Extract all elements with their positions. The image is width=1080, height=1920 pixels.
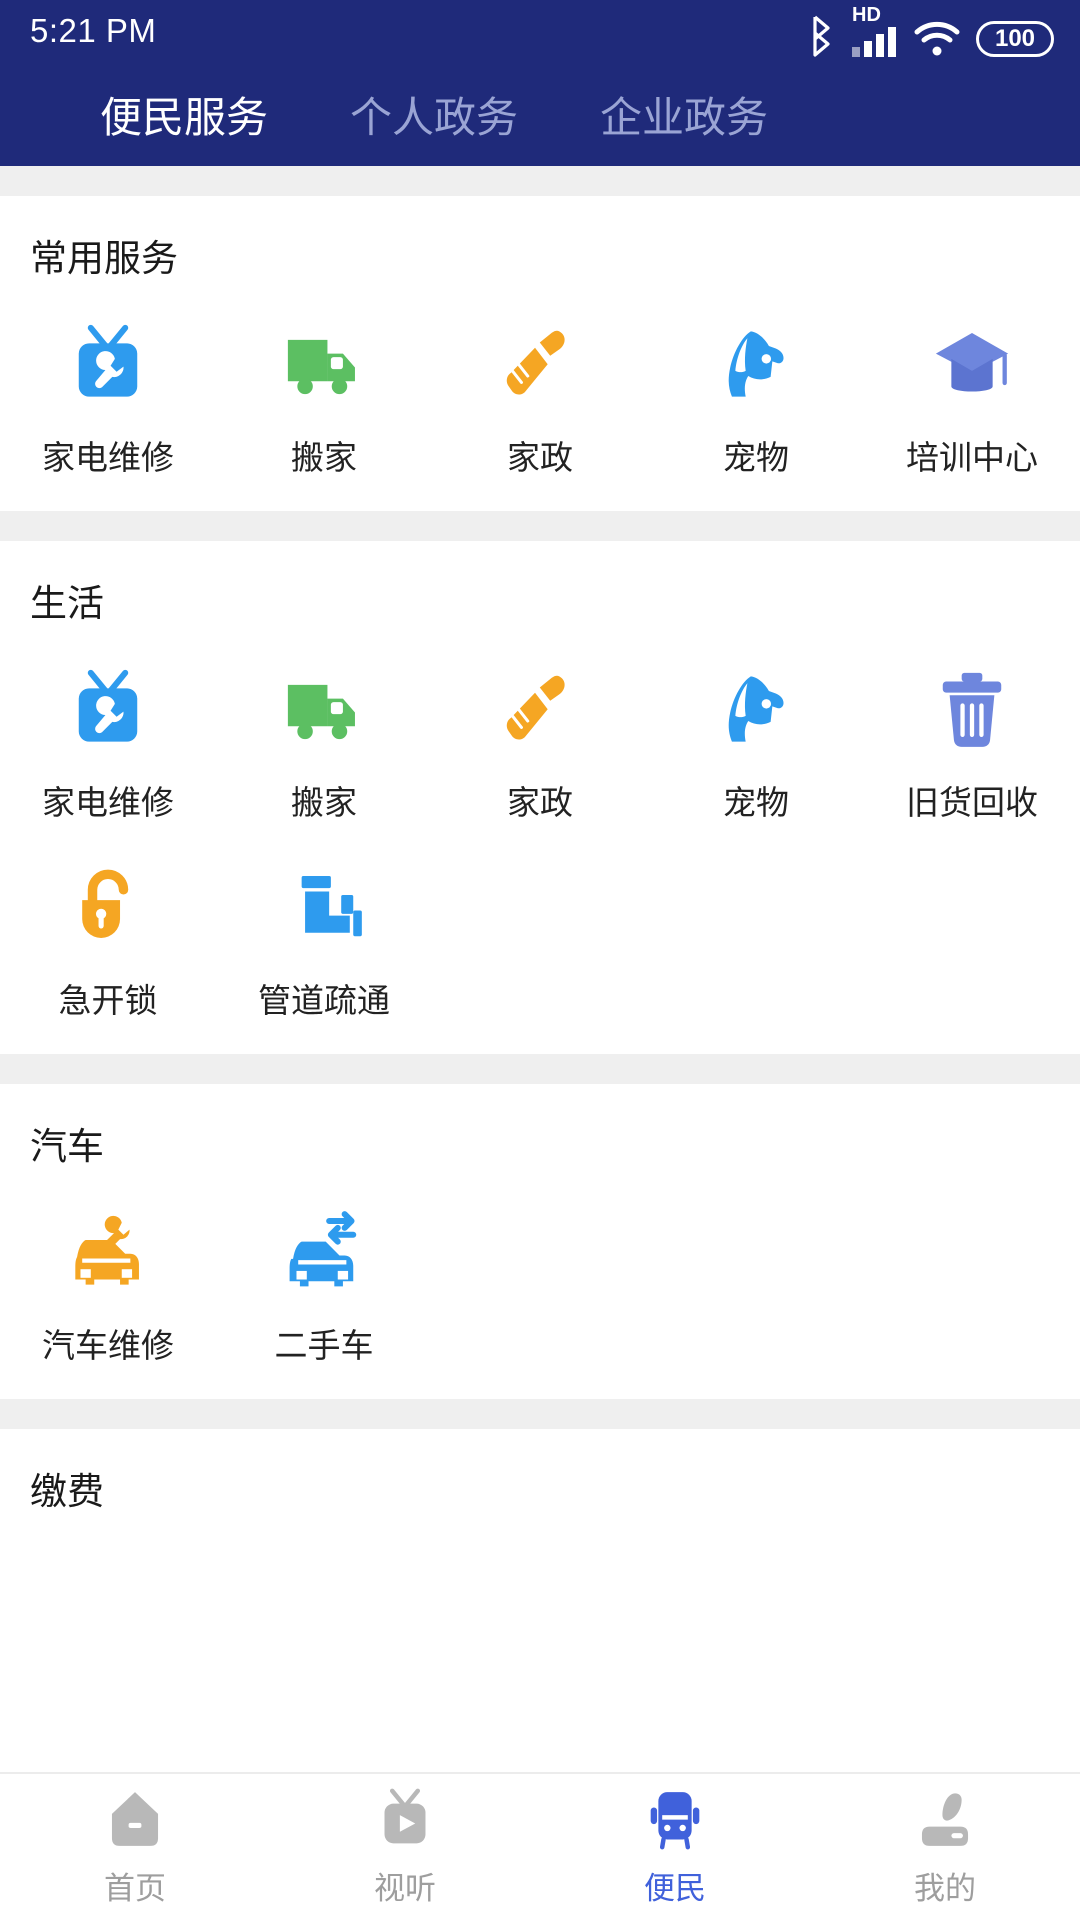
- nav-item-media[interactable]: 视听: [270, 1774, 540, 1920]
- section-life: 生活 家电维修 搬家 家政 宠物 旧货回收 急开锁 管道疏通: [0, 541, 1080, 1054]
- section-divider: [0, 511, 1080, 541]
- tv-wrench-icon: [78, 324, 138, 397]
- section-title: 常用服务: [30, 238, 178, 279]
- service-grid: 家电维修 搬家: [0, 622, 1080, 1044]
- service-item-secondhand-recycling[interactable]: 旧货回收: [864, 648, 1080, 846]
- nav-item-label: 首页: [104, 1870, 166, 1906]
- service-item-label: 汽车维修: [42, 1327, 174, 1364]
- nav-item-profile[interactable]: 我的: [810, 1774, 1080, 1920]
- wifi-icon: [914, 21, 960, 56]
- graduation-cap-icon: [935, 333, 1009, 392]
- tv-wrench-icon: [78, 669, 138, 742]
- section-title: 生活: [30, 583, 104, 624]
- hd-label: HD: [852, 4, 881, 26]
- service-grid: 家电维修 搬家: [0, 277, 1080, 501]
- service-item-label: 旧货回收: [906, 784, 1038, 821]
- trash-bin-icon: [942, 672, 1002, 747]
- service-item-housekeeping[interactable]: 家政: [432, 303, 648, 501]
- service-item-appliance-repair[interactable]: 家电维修: [0, 648, 216, 846]
- status-bar: 5:21 PM HD 100: [0, 0, 1080, 62]
- cleaning-brush-icon: [506, 675, 565, 740]
- bluetooth-icon: [813, 15, 830, 57]
- nav-item-label: 我的: [914, 1870, 976, 1906]
- content-scroll-area[interactable]: 常用服务 家电维修 搬家 家政 宠物 培训中心 生活 家电维修 搬家 家政 宠物…: [0, 166, 1080, 1920]
- service-item-label: 宠物: [723, 439, 789, 476]
- service-item-label: 二手车: [274, 1327, 374, 1364]
- moving-truck-icon: [287, 684, 355, 740]
- service-item-moving[interactable]: 搬家: [216, 648, 432, 846]
- tv-play-icon: [384, 1788, 426, 1843]
- section-automobile: 汽车 汽车维修 二手车: [0, 1084, 1080, 1399]
- service-item-car-repair[interactable]: 汽车维修: [0, 1191, 216, 1389]
- service-item-appliance-repair[interactable]: 家电维修: [0, 303, 216, 501]
- service-item-emergency-unlock[interactable]: 急开锁: [0, 846, 216, 1044]
- tab-personal-affairs[interactable]: 个人政务: [350, 84, 518, 145]
- car-wrench-icon: [75, 1215, 139, 1285]
- nav-item-home[interactable]: 首页: [0, 1774, 270, 1920]
- battery-level: 100: [994, 25, 1036, 52]
- service-item-label: 搬家: [291, 784, 357, 821]
- header-tab-bar: 便民服务 个人政务 企业政务: [0, 62, 1080, 166]
- bus-icon: [650, 1791, 700, 1849]
- section-common-services: 常用服务 家电维修 搬家 家政 宠物 培训中心: [0, 196, 1080, 511]
- dog-icon: [728, 676, 784, 742]
- service-item-training-center[interactable]: 培训中心: [864, 303, 1080, 501]
- section-title: 汽车: [30, 1126, 104, 1167]
- person-icon: [921, 1792, 969, 1846]
- service-item-label: 急开锁: [58, 982, 158, 1019]
- service-item-pipe-cleaning[interactable]: 管道疏通: [216, 846, 432, 1044]
- service-item-used-car[interactable]: 二手车: [216, 1191, 432, 1389]
- status-icon-group: HD 100: [806, 5, 1054, 57]
- battery-icon: 100: [976, 21, 1054, 57]
- status-clock: 5:21 PM: [30, 12, 157, 49]
- hd-signal-icon: HD: [852, 5, 898, 57]
- section-divider: [0, 166, 1080, 196]
- service-item-pets[interactable]: 宠物: [648, 648, 864, 846]
- service-item-label: 宠物: [723, 784, 789, 821]
- bottom-navigation-bar: 首页 视听 便民 我的: [0, 1772, 1080, 1920]
- nav-item-convenience[interactable]: 便民: [540, 1774, 810, 1920]
- section-divider: [0, 1399, 1080, 1429]
- service-item-label: 搬家: [291, 439, 357, 476]
- service-item-label: 家电维修: [42, 784, 174, 821]
- section-title: 缴费: [30, 1471, 104, 1512]
- service-item-label: 家电维修: [42, 439, 174, 476]
- service-item-housekeeping[interactable]: 家政: [432, 648, 648, 846]
- moving-truck-icon: [287, 339, 355, 395]
- tab-convenience-services[interactable]: 便民服务: [100, 84, 268, 145]
- open-padlock-icon: [82, 869, 129, 938]
- tab-enterprise-affairs[interactable]: 企业政务: [600, 84, 768, 145]
- service-item-label: 家政: [507, 439, 573, 476]
- pipe-icon: [301, 876, 362, 937]
- home-icon: [111, 1791, 159, 1846]
- nav-item-label: 便民: [644, 1870, 706, 1906]
- car-exchange-icon: [289, 1211, 357, 1287]
- service-item-moving[interactable]: 搬家: [216, 303, 432, 501]
- service-grid: 汽车维修 二手车: [0, 1165, 1080, 1389]
- service-item-label: 家政: [507, 784, 573, 821]
- cleaning-brush-icon: [506, 330, 565, 395]
- section-divider: [0, 1054, 1080, 1084]
- service-item-label: 管道疏通: [258, 982, 390, 1019]
- section-payment: 缴费: [0, 1429, 1080, 1520]
- dog-icon: [728, 331, 784, 397]
- service-item-label: 培训中心: [906, 439, 1038, 476]
- service-item-pets[interactable]: 宠物: [648, 303, 864, 501]
- nav-item-label: 视听: [374, 1870, 436, 1906]
